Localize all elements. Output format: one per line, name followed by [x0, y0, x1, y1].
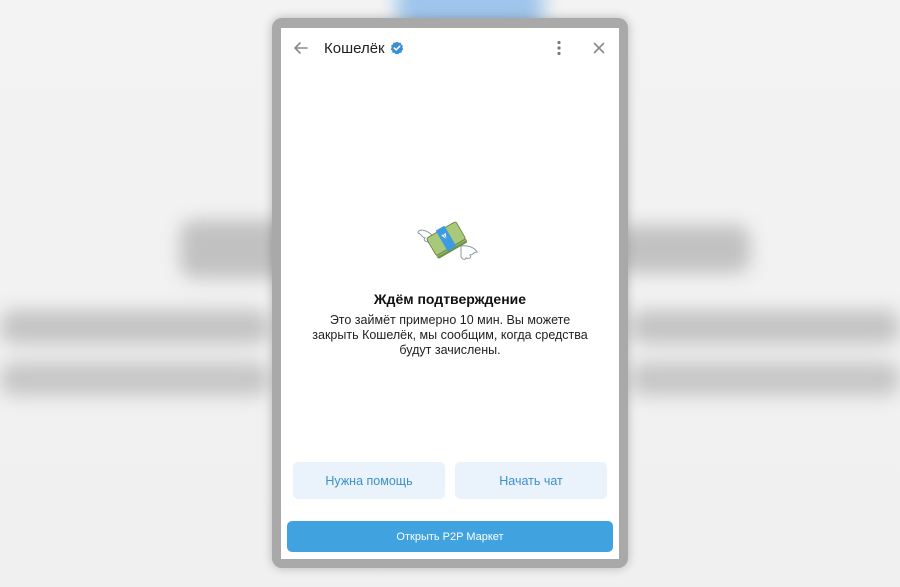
background-blur-shape	[620, 225, 750, 273]
arrow-left-icon[interactable]	[291, 38, 311, 58]
background-blur-shape	[630, 362, 900, 396]
header: Кошелёк	[281, 28, 619, 68]
header-title-group: Кошелёк	[324, 38, 404, 58]
close-icon[interactable]	[589, 38, 609, 58]
open-p2p-market-button[interactable]: Открыть P2P Маркет	[287, 521, 613, 552]
page-title: Кошелёк	[324, 39, 385, 57]
background-blur-shape	[0, 362, 270, 396]
more-vertical-icon[interactable]	[549, 38, 569, 58]
wallet-panel: Кошелёк Ждём подтверждение Это займёт пр…	[281, 28, 619, 559]
need-help-button[interactable]: Нужна помощь	[293, 462, 445, 499]
flying-money-icon	[417, 221, 478, 260]
background-blur-shape	[630, 310, 900, 344]
wallet-window: Кошелёк Ждём подтверждение Это займёт пр…	[272, 18, 628, 568]
verified-badge-icon	[390, 41, 403, 55]
background-blur-shape	[0, 310, 270, 344]
status-message: Это займёт примерно 10 мин. Вы можете за…	[312, 313, 588, 357]
status-title: Ждём подтверждение	[373, 291, 527, 307]
start-chat-button[interactable]: Начать чат	[455, 462, 607, 499]
